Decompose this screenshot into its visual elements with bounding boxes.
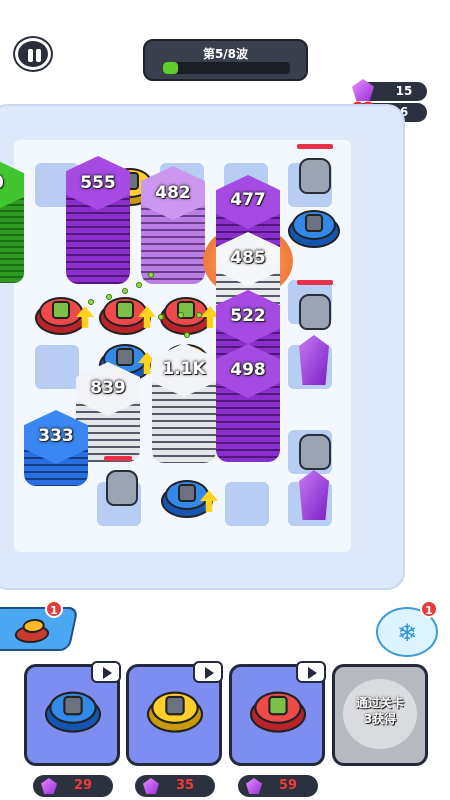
gem-icon xyxy=(352,79,374,101)
shop-badge: 1 xyxy=(45,600,63,618)
stone-enemy xyxy=(297,144,333,196)
unlock-hint: 通过关卡 3获得 xyxy=(335,695,425,727)
projectile xyxy=(122,288,128,294)
video-ad-icon xyxy=(193,661,223,683)
projectile xyxy=(196,312,202,318)
projectile xyxy=(178,312,184,318)
stone-enemy xyxy=(104,456,140,508)
unlock-hint-line2: 3获得 xyxy=(363,712,397,726)
gem-icon xyxy=(143,778,159,794)
stack-count: 70 xyxy=(0,173,24,193)
video-ad-icon xyxy=(91,661,121,683)
freeze-badge: 1 xyxy=(420,600,438,618)
stack-green[interactable]: 70 xyxy=(0,158,24,283)
price-tag: 59 xyxy=(238,775,318,797)
stone-enemy xyxy=(297,428,333,472)
turret-blue[interactable] xyxy=(288,206,340,250)
price-tag: 29 xyxy=(33,775,113,797)
stack-count: 333 xyxy=(38,426,74,446)
stack-lilac-482[interactable]: 482 xyxy=(141,166,205,284)
stack-purple-555[interactable]: 555 xyxy=(66,156,130,284)
stack-count: 555 xyxy=(80,173,116,193)
gem-count: 15 xyxy=(395,84,413,98)
card-turret-icon xyxy=(249,687,307,735)
stack-count: 839 xyxy=(90,378,126,398)
price-tag: 35 xyxy=(135,775,215,797)
stack-purple-498[interactable]: 498 xyxy=(216,344,280,462)
wave-panel: 第5/8波 xyxy=(143,39,308,81)
wave-label: 第5/8波 xyxy=(202,47,249,61)
stack-count: 1.1K xyxy=(162,359,206,379)
game-stage: 第5/8波 15 6 70 555 482 xyxy=(0,0,450,800)
locked-card[interactable]: 通过关卡 3获得 xyxy=(332,664,428,766)
video-ad-icon xyxy=(296,661,326,683)
wave-progress-fill xyxy=(163,62,179,74)
projectile xyxy=(158,314,164,320)
turret-card-yellow[interactable]: 35 xyxy=(126,661,223,797)
card-turret-icon xyxy=(146,687,204,735)
projectile xyxy=(184,332,190,338)
projectile xyxy=(136,282,142,288)
turret-card-red[interactable]: 59 xyxy=(229,661,326,797)
stack-count: 477 xyxy=(230,190,266,210)
stack-count: 482 xyxy=(155,183,191,203)
projectile xyxy=(88,299,94,305)
grid-tile[interactable] xyxy=(35,345,79,389)
stack-count: 485 xyxy=(230,248,266,268)
projectile xyxy=(106,294,112,300)
pause-button[interactable] xyxy=(15,38,51,70)
turret-card-blue[interactable]: 29 xyxy=(24,661,121,797)
price-value: 29 xyxy=(73,778,93,793)
red-button-icon xyxy=(11,617,53,643)
wave-progress-bar xyxy=(163,62,290,74)
shop-side-button[interactable] xyxy=(0,607,79,651)
stack-white-1-1k[interactable]: 1.1K xyxy=(152,343,216,463)
grid-tile[interactable] xyxy=(225,482,269,526)
price-value: 35 xyxy=(175,778,195,793)
gem-counter: 15 xyxy=(352,79,427,101)
stack-count: 522 xyxy=(230,306,266,326)
stack-blue-333[interactable]: 333 xyxy=(24,410,88,486)
stone-enemy xyxy=(297,280,333,332)
snowflake-icon: ❄ xyxy=(396,619,418,647)
gem-icon xyxy=(246,778,262,794)
price-value: 59 xyxy=(278,778,298,793)
card-turret-icon xyxy=(44,687,102,735)
projectile xyxy=(148,272,154,278)
stack-count: 498 xyxy=(230,360,266,380)
unlock-hint-line1: 通过关卡 xyxy=(355,696,404,710)
gem-icon xyxy=(41,778,57,794)
